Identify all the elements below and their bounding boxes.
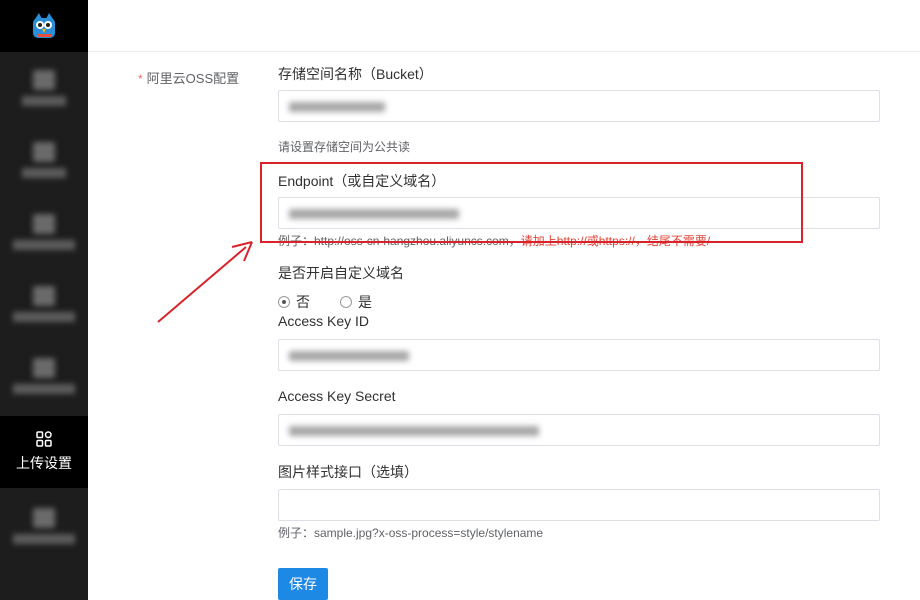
redacted-label [13, 534, 75, 544]
access-key-id-input[interactable] [278, 339, 880, 371]
app-logo[interactable] [0, 0, 88, 52]
custom-domain-label: 是否开启自定义域名 [278, 265, 404, 281]
redacted-value [289, 351, 409, 361]
redacted-value [289, 102, 385, 112]
redacted-label [22, 96, 66, 106]
redacted-label [22, 168, 66, 178]
redacted-icon [33, 286, 55, 306]
sidebar: 上传设置 [0, 0, 88, 600]
section-title: 阿里云OSS配置 [146, 71, 240, 86]
redacted-icon [33, 214, 55, 234]
sidebar-item-3[interactable] [0, 196, 88, 268]
redacted-label [13, 312, 75, 322]
redacted-value [289, 426, 539, 436]
redacted-icon [33, 508, 55, 528]
image-style-input[interactable] [278, 489, 880, 521]
redacted-icon [33, 358, 55, 378]
image-style-label: 图片样式接口（选填） [278, 464, 418, 480]
apps-grid-icon [36, 431, 52, 447]
section-label-oss: * 阿里云OSS配置 [138, 68, 239, 87]
access-key-secret-label: Access Key Secret [278, 388, 396, 404]
top-bar [88, 0, 920, 52]
annotation-highlight-box [260, 162, 803, 243]
sidebar-item-4[interactable] [0, 268, 88, 340]
owl-logo-icon [33, 13, 55, 38]
sidebar-item-2[interactable] [0, 124, 88, 196]
image-style-hint: 例子：sample.jpg?x-oss-process=style/stylen… [278, 526, 544, 540]
bucket-hint: 请设置存储空间为公共读 [278, 140, 411, 154]
sidebar-item-5[interactable] [0, 340, 88, 412]
redacted-icon [33, 70, 55, 90]
access-key-secret-input[interactable] [278, 414, 880, 446]
radio-label-no: 否 [296, 294, 310, 310]
access-key-id-label: Access Key ID [278, 313, 370, 329]
sidebar-item-7[interactable] [0, 490, 88, 562]
save-button[interactable]: 保存 [278, 568, 328, 600]
required-mark: * [138, 72, 143, 86]
redacted-icon [33, 142, 55, 162]
radio-option-yes[interactable]: 是 [340, 292, 372, 312]
redacted-label [13, 384, 75, 394]
sidebar-item-1[interactable] [0, 52, 88, 124]
radio-checked-icon[interactable] [278, 296, 290, 308]
sidebar-item-upload-settings[interactable]: 上传设置 [0, 416, 88, 488]
radio-option-no[interactable]: 否 [278, 292, 310, 312]
redacted-label [13, 240, 75, 250]
radio-unchecked-icon[interactable] [340, 296, 352, 308]
sidebar-item-label: 上传设置 [16, 455, 72, 471]
bucket-input[interactable] [278, 90, 880, 122]
bucket-label: 存储空间名称（Bucket） [278, 66, 433, 82]
radio-label-yes: 是 [358, 294, 372, 310]
custom-domain-radio-group: 否 是 [278, 292, 402, 312]
